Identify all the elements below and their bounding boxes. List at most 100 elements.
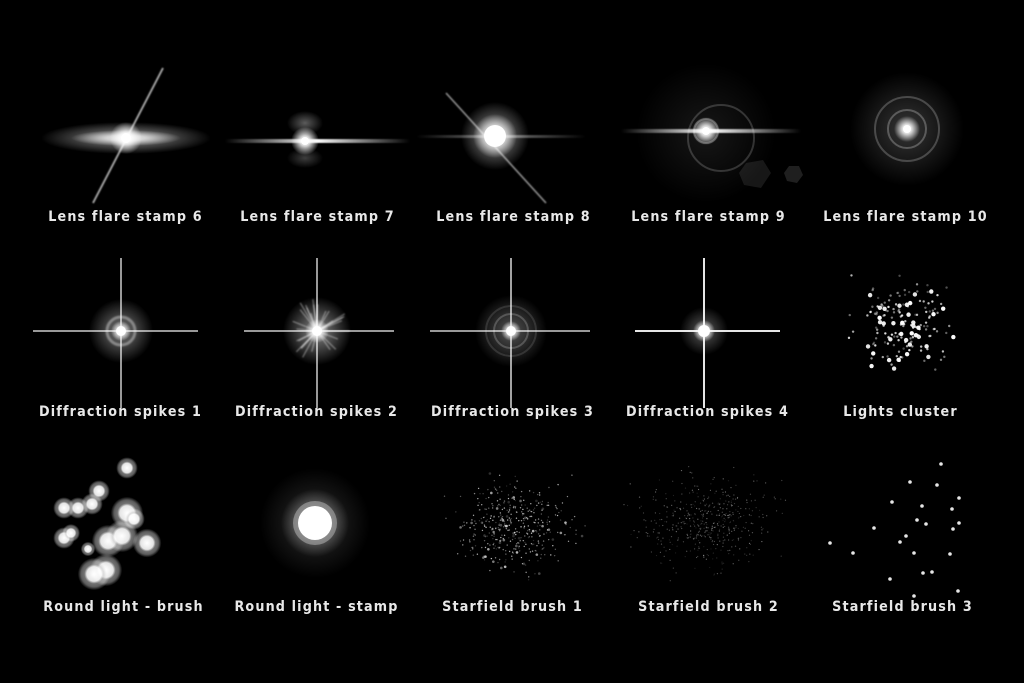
light-dot — [904, 351, 910, 357]
star — [713, 477, 715, 479]
light-dot — [924, 328, 928, 331]
star — [638, 531, 640, 533]
star — [505, 559, 507, 561]
light-dot — [887, 299, 891, 302]
star — [492, 537, 494, 540]
star — [520, 556, 523, 559]
star — [547, 504, 550, 506]
star — [554, 504, 557, 507]
star — [655, 554, 658, 557]
light-dot — [886, 342, 890, 345]
star — [557, 560, 559, 562]
star — [484, 508, 486, 510]
star — [546, 529, 549, 531]
star — [532, 491, 535, 494]
light-dot — [903, 337, 909, 343]
star — [484, 535, 487, 538]
star — [712, 530, 714, 532]
star — [546, 521, 548, 523]
star — [890, 500, 894, 504]
star — [515, 487, 517, 490]
star — [694, 501, 696, 503]
light-dot — [923, 359, 926, 363]
star — [501, 515, 504, 518]
light-dot — [898, 311, 901, 314]
star — [555, 506, 557, 509]
diffraction-spikes-2-graphic — [244, 258, 394, 408]
star — [502, 538, 506, 542]
star — [548, 521, 551, 523]
star — [478, 520, 481, 522]
star — [513, 505, 515, 508]
star — [507, 519, 509, 521]
star — [543, 533, 545, 535]
star — [514, 499, 516, 502]
star — [708, 536, 711, 538]
star — [518, 547, 520, 549]
star — [733, 466, 735, 469]
star — [539, 529, 541, 531]
star — [645, 520, 647, 522]
star — [566, 495, 569, 498]
star — [524, 541, 526, 544]
star — [724, 491, 727, 493]
star — [734, 545, 737, 547]
star — [745, 508, 747, 510]
star — [526, 518, 529, 520]
star — [523, 545, 525, 548]
star — [739, 548, 741, 550]
star — [515, 542, 518, 545]
star — [676, 525, 678, 527]
star — [948, 552, 952, 556]
star — [483, 539, 486, 542]
star — [538, 494, 541, 496]
star — [697, 531, 700, 533]
star — [718, 513, 721, 515]
preview-diffraction-spikes-2: Diffraction spikes 2 — [219, 258, 414, 453]
star — [675, 531, 677, 533]
light-dot — [951, 334, 956, 340]
star — [688, 466, 690, 468]
star — [551, 538, 555, 541]
light-dot — [850, 274, 853, 277]
light-dot — [928, 315, 931, 318]
star — [498, 529, 501, 532]
star — [711, 513, 713, 515]
star — [516, 531, 519, 533]
light-dot — [876, 296, 880, 300]
star — [707, 510, 709, 512]
light-dot — [884, 332, 887, 335]
star — [722, 562, 725, 564]
star — [726, 504, 729, 506]
light-dot — [915, 313, 919, 317]
star — [502, 548, 504, 551]
star — [646, 535, 648, 537]
light-dot — [922, 324, 926, 328]
star — [472, 548, 474, 550]
star — [474, 520, 476, 522]
star — [908, 480, 912, 484]
light-dot — [916, 290, 919, 293]
star — [679, 507, 681, 510]
star — [462, 525, 464, 527]
star — [749, 543, 752, 545]
star — [672, 529, 674, 531]
star — [541, 544, 543, 546]
star — [664, 521, 666, 523]
star — [514, 528, 517, 530]
star — [515, 544, 518, 548]
star — [730, 501, 733, 504]
light-dot — [933, 327, 936, 331]
star — [711, 529, 713, 531]
star — [712, 558, 714, 560]
star — [710, 538, 712, 540]
star — [508, 524, 510, 526]
star — [529, 530, 531, 533]
star — [719, 507, 721, 509]
star — [697, 524, 699, 526]
star — [722, 545, 724, 548]
star — [773, 496, 775, 498]
star — [560, 510, 562, 512]
star — [512, 534, 515, 538]
star — [692, 477, 694, 479]
